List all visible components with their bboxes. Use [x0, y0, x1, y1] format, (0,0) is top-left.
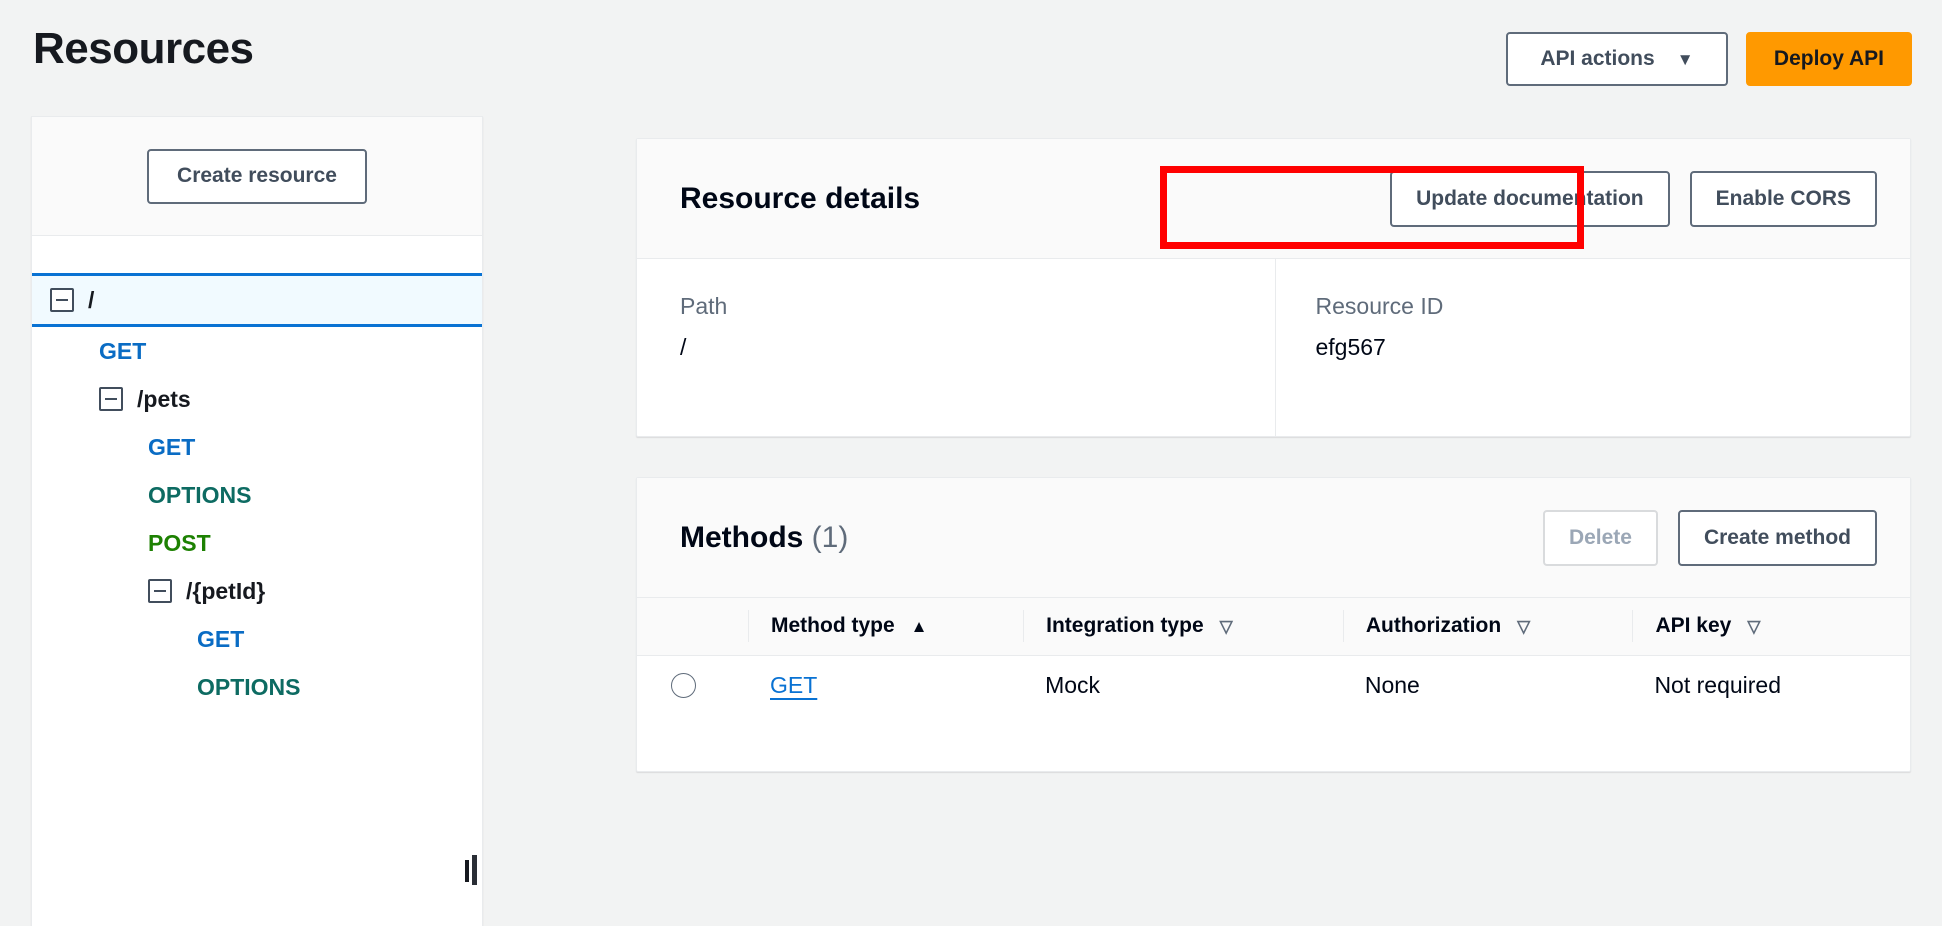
- column-header-label: Method type: [771, 614, 895, 638]
- resource-details-panel: Resource details Update documentation En…: [636, 138, 1911, 437]
- page-title: Resources: [33, 24, 254, 73]
- methods-table: Method type ▲ Integration type ▽ Authorizati…: [637, 598, 1910, 715]
- delete-method-button[interactable]: Delete: [1542, 509, 1658, 566]
- path-label: Path: [680, 293, 728, 319]
- row-radio-button[interactable]: [671, 672, 696, 698]
- tree-method-get[interactable]: GET: [32, 615, 482, 663]
- tree-method-label: OPTIONS: [197, 673, 301, 700]
- column-header-inner: Integration type ▽: [1023, 610, 1343, 643]
- methods-table-head: Method type ▲ Integration type ▽ Authorizati…: [637, 598, 1910, 656]
- resource-details-body: Path / Resource ID efg567: [637, 259, 1910, 436]
- api-actions-button[interactable]: API actions ▼: [1505, 32, 1728, 86]
- tree-method-get[interactable]: GET: [32, 423, 482, 471]
- text-caret-artifact: [465, 860, 469, 882]
- method-type-cell: GET: [748, 655, 1024, 715]
- resource-id-label: Resource ID: [1315, 293, 1444, 319]
- header-actions: API actions ▼ Deploy API: [1505, 32, 1912, 86]
- integration-type-cell: Mock: [1023, 655, 1343, 715]
- methods-count: (1): [811, 520, 849, 554]
- page-header: Resources API actions ▼ Deploy API: [0, 0, 1942, 110]
- tree-method-label: GET: [148, 433, 196, 460]
- methods-table-body: GET Mock None Not required: [637, 655, 1910, 715]
- column-header-label: API key: [1655, 614, 1732, 638]
- tree-resource-label: /{petId}: [186, 577, 266, 604]
- tree-method-label: POST: [148, 529, 211, 556]
- authorization-cell: None: [1342, 655, 1633, 715]
- methods-title-text: Methods: [680, 520, 804, 554]
- row-select-cell[interactable]: [637, 655, 748, 715]
- tree-resource-petId[interactable]: /{petId}: [32, 567, 482, 615]
- tree-resource-label: /pets: [137, 385, 191, 412]
- api-key-cell: Not required: [1632, 655, 1910, 715]
- tree-method-options[interactable]: OPTIONS: [32, 663, 482, 711]
- method-type-link[interactable]: GET: [770, 672, 817, 698]
- create-method-button[interactable]: Create method: [1677, 509, 1877, 566]
- tree-method-post[interactable]: POST: [32, 519, 482, 567]
- api-actions-label: API actions: [1540, 47, 1655, 70]
- tree-method-label: GET: [99, 337, 147, 364]
- sort-inactive-icon: ▽: [1219, 616, 1233, 636]
- column-header-method-type[interactable]: Method type ▲: [748, 598, 1024, 656]
- table-row[interactable]: GET Mock None Not required: [637, 655, 1910, 715]
- column-header-api-key[interactable]: API key ▽: [1632, 598, 1910, 656]
- resource-details-header: Resource details Update documentation En…: [637, 139, 1910, 259]
- tree-resource-pets[interactable]: /pets: [32, 375, 482, 423]
- resource-details-actions: Update documentation Enable CORS: [1390, 170, 1877, 227]
- methods-title: Methods (1): [680, 521, 848, 555]
- resource-details-title: Resource details: [680, 181, 921, 215]
- sort-inactive-icon: ▽: [1517, 616, 1531, 636]
- collapse-toggle-icon[interactable]: [50, 288, 74, 312]
- deploy-api-button[interactable]: Deploy API: [1745, 32, 1912, 86]
- tree-resource-label: /: [88, 286, 95, 313]
- update-documentation-button[interactable]: Update documentation: [1390, 170, 1670, 227]
- collapse-toggle-icon[interactable]: [99, 387, 123, 411]
- tree-method-get[interactable]: GET: [32, 327, 482, 375]
- column-header-label: Integration type: [1046, 614, 1204, 638]
- methods-actions: Delete Create method: [1542, 509, 1877, 566]
- create-resource-button[interactable]: Create resource: [147, 148, 367, 204]
- column-header-inner: Authorization ▽: [1342, 610, 1633, 643]
- resources-sidebar: Create resource / GET/pets GET OPTIONS POST /…: [31, 116, 483, 926]
- column-header-label: Authorization: [1365, 614, 1502, 638]
- tree-resource-[interactable]: /: [32, 273, 482, 327]
- column-header-authorization[interactable]: Authorization ▽: [1342, 598, 1633, 656]
- tree-method-label: OPTIONS: [148, 481, 252, 508]
- text-caret-artifact-secondary: [472, 855, 477, 885]
- path-value: /: [680, 334, 687, 360]
- methods-panel: Methods (1) Delete Create method Method …: [636, 477, 1911, 772]
- enable-cors-button[interactable]: Enable CORS: [1689, 170, 1877, 227]
- tree-method-options[interactable]: OPTIONS: [32, 471, 482, 519]
- sort-inactive-icon: ▽: [1747, 616, 1761, 636]
- table-header-select: [637, 598, 748, 656]
- chevron-down-icon: ▼: [1676, 49, 1694, 69]
- column-header-inner: API key ▽: [1632, 610, 1910, 643]
- path-field: Path /: [637, 259, 1275, 436]
- resource-id-value: efg567: [1315, 334, 1386, 360]
- column-header-inner: Method type ▲: [748, 610, 1023, 643]
- tree-method-label: GET: [197, 625, 245, 652]
- sort-ascending-icon: ▲: [910, 616, 928, 636]
- collapse-toggle-icon[interactable]: [148, 579, 172, 603]
- table-header-row: Method type ▲ Integration type ▽ Authorizati…: [637, 598, 1910, 656]
- resource-id-field: Resource ID efg567: [1274, 259, 1911, 436]
- column-header-integration-type[interactable]: Integration type ▽: [1023, 598, 1343, 656]
- tree-spacer: [32, 236, 482, 273]
- methods-header: Methods (1) Delete Create method: [637, 478, 1910, 598]
- sidebar-toolbar: Create resource: [32, 117, 482, 236]
- resource-tree: / GET/pets GET OPTIONS POST/{petId} GET OPTION…: [32, 273, 482, 711]
